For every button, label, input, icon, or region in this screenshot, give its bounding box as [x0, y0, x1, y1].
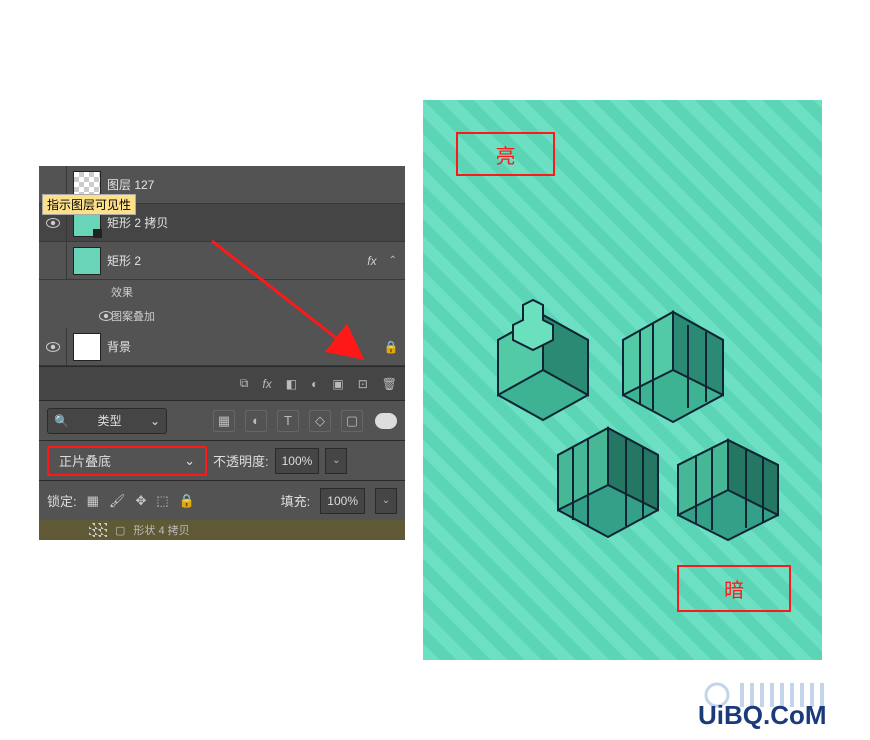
layer-row[interactable]: 矩形 2 fx ⌃: [39, 242, 405, 280]
opacity-value[interactable]: 100%: [275, 448, 320, 474]
chevron-down-icon: ⌄: [184, 453, 195, 469]
watermark-text: UiBQ.CoM: [698, 700, 827, 731]
fill-label: 填充:: [281, 491, 311, 510]
next-layer-peek[interactable]: ▢ 形状 4 拷贝: [39, 520, 405, 540]
lock-icon[interactable]: 🔒: [377, 340, 405, 354]
blend-mode-value: 正片叠底: [59, 451, 111, 470]
layer-visibility[interactable]: [39, 242, 67, 279]
layer-name[interactable]: 矩形 2: [107, 252, 367, 269]
filter-adjust-icon[interactable]: ◐: [245, 410, 267, 432]
effects-label[interactable]: 效果: [39, 280, 405, 304]
chevron-down-icon[interactable]: ⌃: [389, 255, 397, 266]
new-layer-icon[interactable]: ⊡: [358, 377, 368, 391]
lock-all-icon[interactable]: 🔒: [179, 493, 195, 509]
layer-row[interactable]: 背景 🔒: [39, 328, 405, 366]
filter-smart-icon[interactable]: ▢: [341, 410, 363, 432]
annotation-dark: 暗: [677, 565, 791, 612]
folder-icon[interactable]: ▣: [332, 377, 343, 391]
chevron-down-icon: ⌄: [150, 414, 160, 428]
annotation-bright: 亮: [456, 132, 555, 176]
opacity-dropdown[interactable]: ⌄: [325, 448, 347, 474]
layer-visibility[interactable]: [39, 328, 67, 365]
adjustment-icon[interactable]: ◐: [311, 377, 318, 391]
eye-icon: [46, 218, 60, 228]
link-icon[interactable]: ⧉: [240, 376, 249, 391]
layers-toolbar: ⧉ fx ◧ ◐ ▣ ⊡ 🗑: [39, 366, 405, 400]
blend-row: 正片叠底 ⌄ 不透明度: 100% ⌄: [39, 440, 405, 480]
filter-type-icon[interactable]: T: [277, 410, 299, 432]
filter-toggle[interactable]: [375, 413, 397, 429]
fx-icon[interactable]: fx: [262, 377, 271, 391]
canvas-preview: 亮 暗: [423, 100, 822, 660]
trash-icon[interactable]: 🗑: [382, 377, 397, 391]
fill-dropdown[interactable]: ⌄: [375, 488, 397, 514]
lock-label: 锁定:: [47, 491, 77, 510]
layer-thumbnail: [89, 523, 107, 537]
layer-name: 形状 4 拷贝: [133, 522, 189, 538]
lock-image-icon[interactable]: 🖌: [109, 493, 126, 509]
layers-panel: 图层 127 指示图层可见性 矩形 2 拷贝 矩形 2 fx ⌃ 效果 图案叠加…: [39, 166, 405, 529]
fx-indicator[interactable]: fx: [367, 254, 376, 268]
opacity-label: 不透明度:: [213, 451, 269, 470]
isometric-artwork: [448, 230, 798, 560]
layer-name[interactable]: 背景: [107, 338, 377, 355]
filter-pixel-icon[interactable]: ▦: [213, 410, 235, 432]
eye-icon: [99, 311, 113, 321]
lock-position-icon[interactable]: ✥: [135, 493, 146, 509]
smart-object-icon: ▢: [115, 524, 125, 537]
eye-icon: [46, 342, 60, 352]
fill-value[interactable]: 100%: [320, 488, 365, 514]
layer-name[interactable]: 图层 127: [107, 176, 405, 193]
filter-shape-icon[interactable]: ◇: [309, 410, 331, 432]
lock-row: 锁定: ▦ 🖌 ✥ ⬚ 🔒 填充: 100% ⌄: [39, 480, 405, 520]
filter-label: 类型: [97, 412, 121, 429]
search-icon: 🔍: [54, 414, 69, 428]
effect-pattern-overlay[interactable]: 图案叠加: [39, 304, 405, 328]
filter-type-select[interactable]: 🔍 类型 ⌄: [47, 408, 167, 434]
visibility-tooltip: 指示图层可见性: [42, 194, 136, 215]
lock-artboard-icon[interactable]: ⬚: [156, 493, 168, 509]
layer-name[interactable]: 矩形 2 拷贝: [107, 214, 405, 231]
layer-thumbnail[interactable]: [73, 333, 101, 361]
effect-name: 图案叠加: [111, 308, 155, 324]
blend-mode-select[interactable]: 正片叠底 ⌄: [47, 446, 207, 476]
lock-transparent-icon[interactable]: ▦: [87, 493, 99, 509]
mask-icon[interactable]: ◧: [286, 377, 297, 391]
layer-filter-bar: 🔍 类型 ⌄ ▦ ◐ T ◇ ▢: [39, 400, 405, 440]
layer-thumbnail[interactable]: [73, 247, 101, 275]
